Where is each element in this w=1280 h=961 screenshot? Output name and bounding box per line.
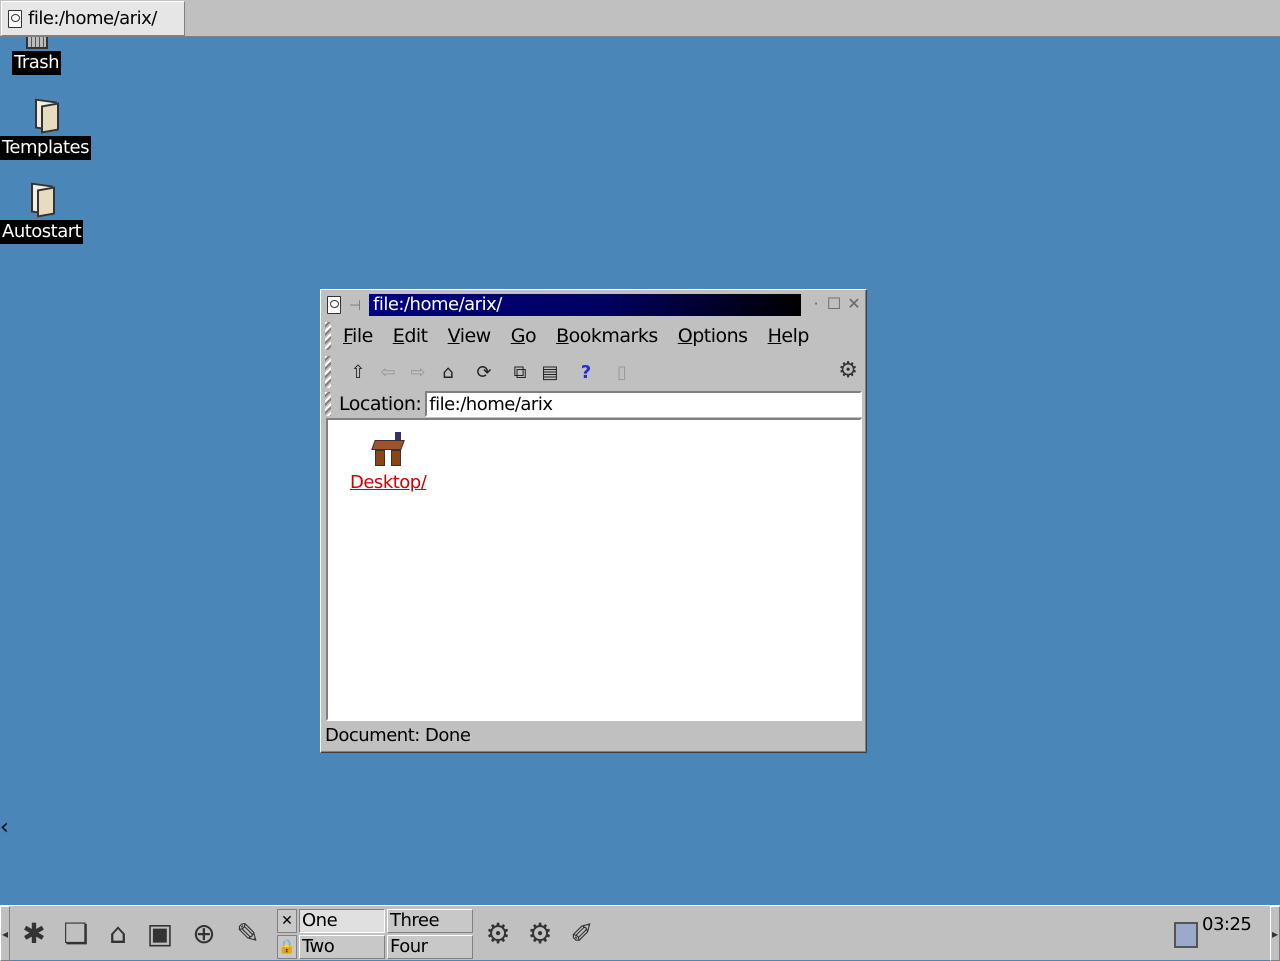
maximize-icon[interactable]: ☐ [825, 294, 843, 314]
menu-go[interactable]: Go [511, 325, 537, 347]
status-bar: Document: Done [325, 725, 471, 746]
up-arrow-icon[interactable]: ⇧ [343, 357, 373, 387]
toolbar: ⇧ ⇦ ⇨ ⌂ ⟳ ⧉ ▤ ? ▯ ⚙ [325, 354, 862, 390]
desktop-four-button[interactable]: Four [387, 935, 473, 959]
paste-icon[interactable]: ▤ [535, 357, 565, 387]
menu-bookmarks[interactable]: Bookmarks [556, 325, 658, 347]
file-manager-window: ⊣ file:/home/arix/ · ☐ ✕ File Edit View … [320, 289, 867, 753]
find-files-icon[interactable]: ⊕ [184, 911, 224, 955]
kwrite-icon[interactable]: ✐ [562, 911, 602, 955]
menu-edit[interactable]: Edit [393, 325, 428, 347]
desktop-icon-label: Trash [12, 51, 62, 75]
menu-help[interactable]: Help [768, 325, 810, 347]
gear-icon[interactable]: ⚙ [478, 911, 518, 955]
desktop-folder-icon [371, 432, 405, 468]
file-item-label[interactable]: Desktop/ [350, 472, 427, 493]
window-title: file:/home/arix/ [369, 294, 801, 316]
window-list-icon[interactable]: ❏ [56, 911, 96, 955]
gear-icon[interactable]: ⚙ [520, 911, 560, 955]
taskbar-button-label: file:/home/arix/ [28, 8, 157, 29]
forward-arrow-icon[interactable]: ⇨ [403, 357, 433, 387]
location-label: Location: [339, 393, 422, 415]
file-view[interactable]: Desktop/ [326, 418, 862, 721]
taskbar-button-konqueror[interactable]: file:/home/arix/ [1, 1, 185, 36]
desktop-icon-templates[interactable]: Templates [0, 98, 92, 160]
terminal-icon[interactable]: ▣ [140, 911, 180, 955]
folder-icon [27, 182, 57, 218]
minimize-icon[interactable]: · [807, 294, 825, 314]
home-folder-icon[interactable]: ⌂ [98, 911, 138, 955]
clock[interactable]: 03:25 [1202, 914, 1252, 935]
k-menu-icon[interactable]: ✱ [14, 911, 54, 955]
network-icon[interactable] [1174, 922, 1198, 948]
file-item-desktop[interactable]: Desktop/ [350, 432, 427, 493]
trash-icon [25, 37, 48, 49]
menu-view[interactable]: View [448, 325, 492, 347]
folder-icon [31, 98, 61, 134]
menu-file[interactable]: File [343, 325, 373, 347]
home-icon[interactable]: ⌂ [433, 357, 463, 387]
back-arrow-icon[interactable]: ⇦ [373, 357, 403, 387]
menu-options[interactable]: Options [678, 325, 748, 347]
location-input[interactable] [425, 391, 862, 417]
close-icon[interactable]: ✕ [845, 294, 863, 314]
panel-hide-left-icon[interactable]: ◂ [0, 906, 10, 961]
desktop-one-button[interactable]: One [299, 909, 385, 933]
desktop-icon-label: Templates [0, 136, 92, 160]
window-titlebar[interactable]: ⊣ file:/home/arix/ · ☐ ✕ [325, 294, 862, 318]
lock-icon[interactable]: 🔒 [277, 935, 297, 959]
bottom-panel: ◂ ✱ ❏ ⌂ ▣ ⊕ ✎ ✕ 🔒 One Two Three Four ⚙ ⚙… [0, 905, 1280, 961]
desktop-icon-autostart[interactable]: Autostart [0, 182, 84, 244]
gear-icon[interactable]: ⚙ [838, 358, 858, 383]
close-panel-icon[interactable]: ✕ [277, 909, 297, 933]
desktop-two-button[interactable]: Two [299, 935, 385, 959]
desktop-icon-trash[interactable]: Trash [12, 37, 62, 75]
stop-icon[interactable]: ▯ [607, 357, 637, 387]
help-icon[interactable]: ? [571, 357, 601, 387]
control-center-icon[interactable]: ✎ [228, 911, 268, 955]
copy-icon[interactable]: ⧉ [505, 357, 535, 387]
chevron-left-icon[interactable]: ‹ [0, 815, 9, 840]
menubar: File Edit View Go Bookmarks Options Help [325, 320, 862, 352]
window-menu-icon[interactable] [327, 296, 341, 319]
pin-icon[interactable]: ⊣ [349, 298, 361, 314]
clock-area: 03:25 [1174, 910, 1268, 958]
panel-hide-right-icon[interactable]: ▸ [1270, 906, 1280, 961]
document-icon [8, 9, 22, 28]
top-taskbar: file:/home/arix/ [0, 0, 1280, 37]
desktop-three-button[interactable]: Three [387, 909, 473, 933]
location-bar: Location: [325, 390, 862, 418]
desktop-icon-label: Autostart [0, 220, 84, 244]
reload-icon[interactable]: ⟳ [469, 357, 499, 387]
